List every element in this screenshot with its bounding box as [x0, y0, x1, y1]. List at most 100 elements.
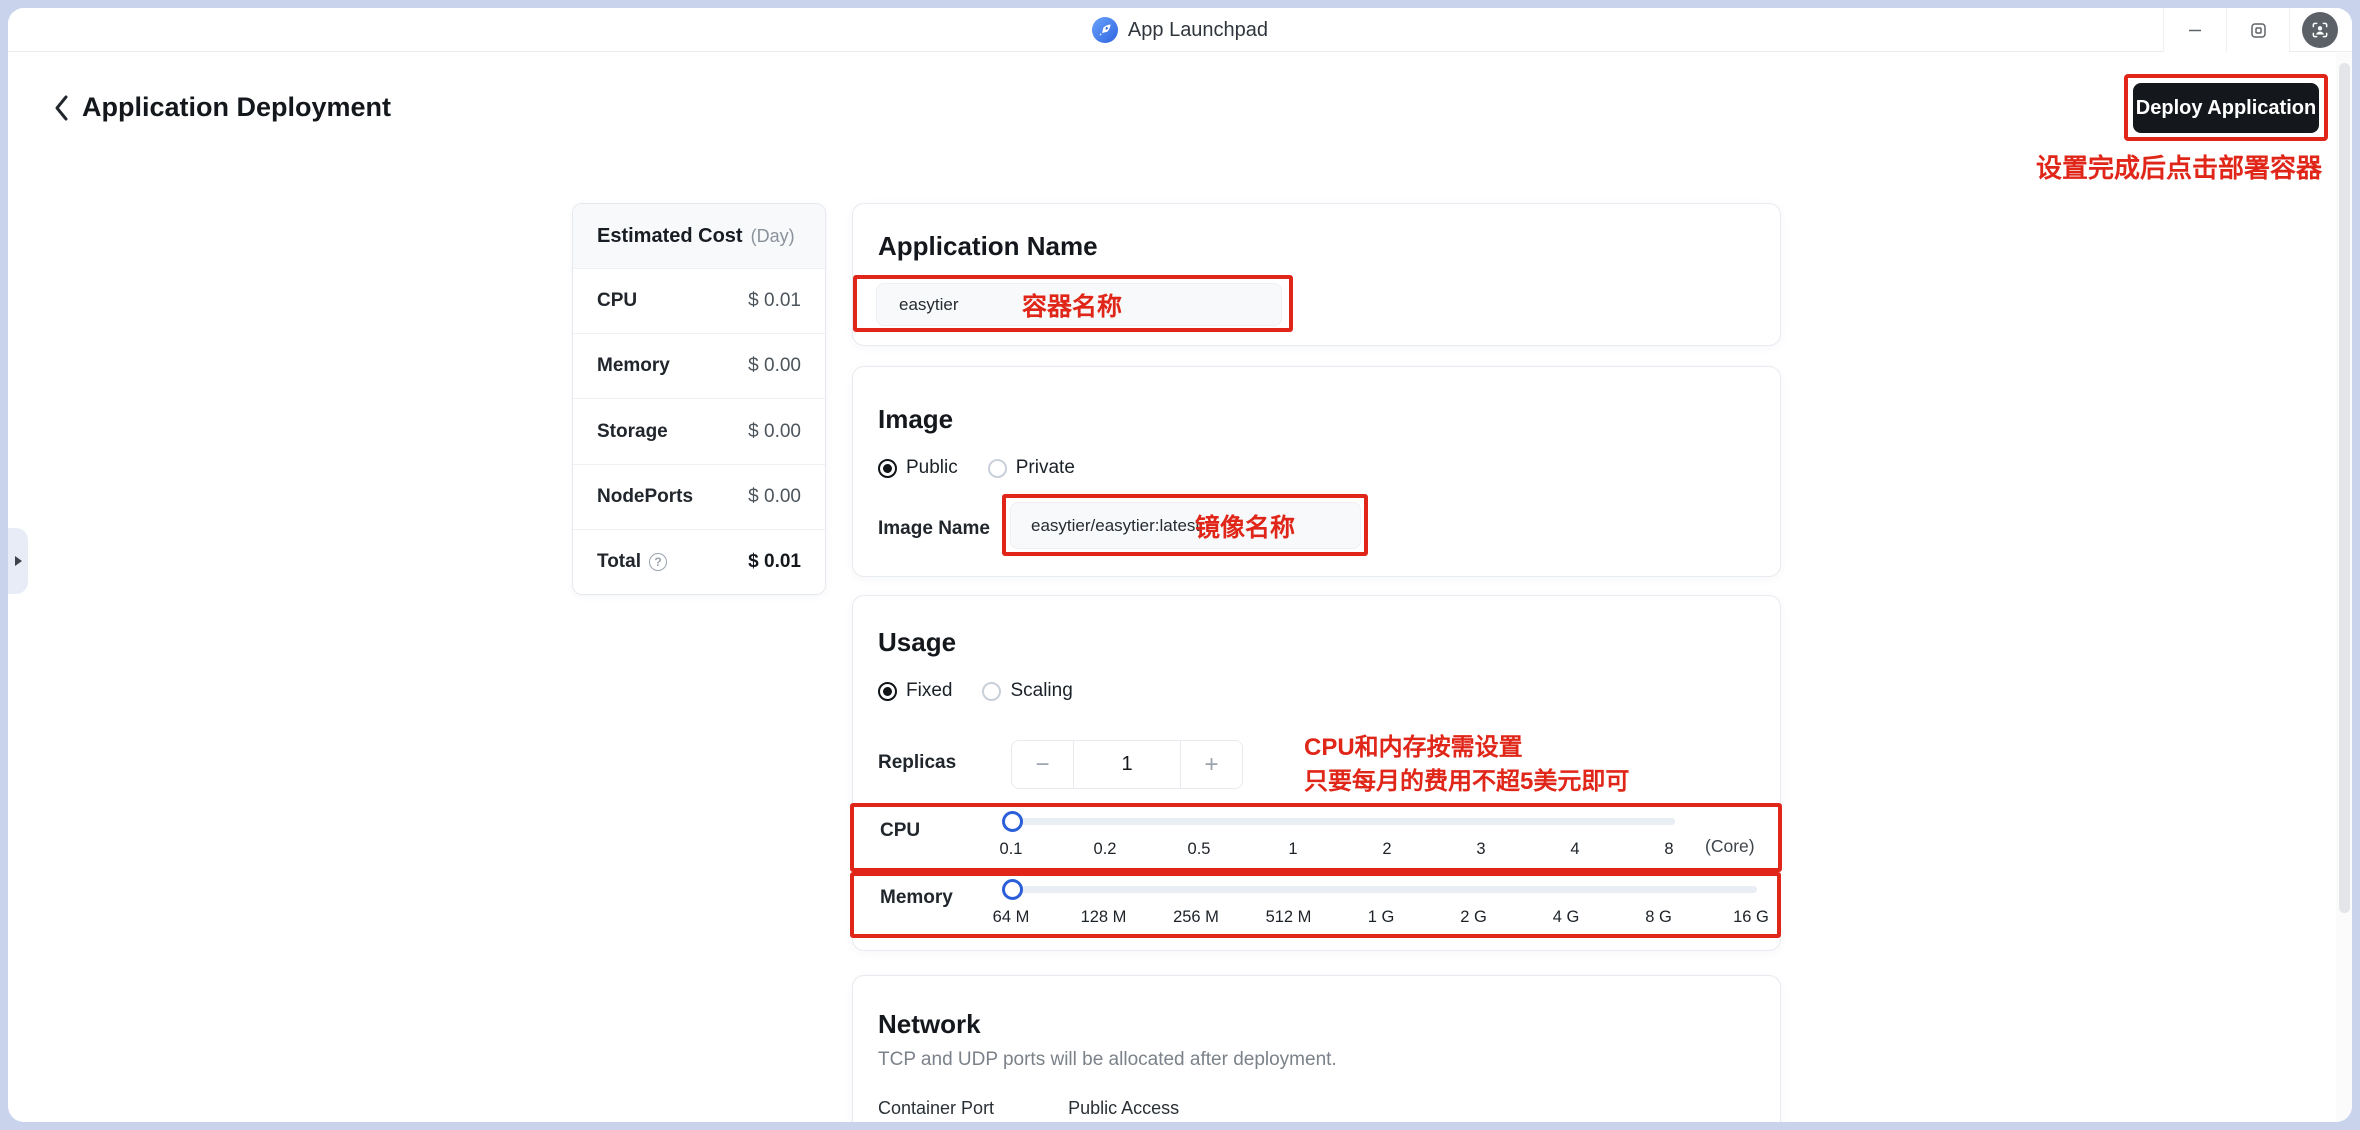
network-heading: Network: [878, 1009, 981, 1040]
cost-row: CPU$ 0.01: [573, 269, 825, 334]
cost-row-value: $ 0.01: [748, 290, 801, 312]
cpu-slider-thumb[interactable]: [1002, 811, 1023, 832]
radio-selected-icon: [878, 459, 897, 478]
cost-row-label: Storage: [597, 421, 668, 443]
restore-icon: [2250, 22, 2267, 39]
public-access-column-label: Public Access: [1068, 1098, 1179, 1119]
image-name-input[interactable]: easytier/easytier:latest 镜像名称: [1010, 502, 1361, 549]
page-title: Application Deployment: [82, 92, 391, 123]
memory-slider-ticks: 64 M128 M256 M512 M1 G2 G4 G8 G16 G: [1011, 908, 1751, 928]
estimated-cost-unit: (Day): [751, 226, 795, 247]
memory-label: Memory: [880, 887, 953, 909]
cpu-label: CPU: [880, 820, 920, 842]
cost-row-value: $ 0.00: [748, 486, 801, 508]
image-visibility-radios: Public Private: [878, 457, 1075, 479]
estimated-cost-header: Estimated Cost (Day): [573, 204, 825, 269]
image-name-label: Image Name: [878, 518, 990, 540]
help-icon[interactable]: ?: [649, 553, 667, 571]
radio-public[interactable]: Public: [878, 457, 958, 479]
deploy-application-button[interactable]: Deploy Application: [2133, 83, 2319, 133]
chevron-left-icon: [53, 93, 71, 123]
slider-tick-label: 128 M: [1081, 908, 1127, 927]
titlebar: App Launchpad: [8, 8, 2352, 52]
vertical-scrollbar-thumb[interactable]: [2339, 63, 2350, 913]
radio-scaling-label: Scaling: [1010, 680, 1072, 702]
usage-card: Usage Fixed Scaling Replicas − 1 + CPU和内…: [852, 595, 1781, 951]
replicas-stepper: − 1 +: [1011, 740, 1243, 789]
memory-slider: 64 M128 M256 M512 M1 G2 G4 G8 G16 G: [1005, 876, 1757, 932]
cpu-slider-track[interactable]: [1005, 818, 1675, 825]
replicas-label: Replicas: [878, 752, 956, 774]
slider-tick-label: 3: [1476, 840, 1485, 859]
cost-row-value: $ 0.00: [748, 355, 801, 377]
app-name-annotation-text: 容器名称: [1022, 284, 1122, 325]
radio-unselected-icon: [988, 459, 1007, 478]
memory-slider-thumb[interactable]: [1002, 879, 1023, 900]
cost-row: Storage$ 0.00: [573, 399, 825, 464]
slider-tick-label: 8 G: [1645, 908, 1672, 927]
cpu-slider: 0.10.20.512348: [1005, 808, 1675, 864]
replicas-decrement-button[interactable]: −: [1012, 741, 1073, 788]
app-launchpad-icon: [1092, 17, 1118, 43]
minimize-icon: [2187, 22, 2203, 38]
vertical-scrollbar-track[interactable]: [2336, 53, 2352, 1122]
radio-scaling[interactable]: Scaling: [982, 680, 1072, 702]
back-button[interactable]: [48, 94, 76, 122]
slider-tick-label: 8: [1664, 840, 1673, 859]
total-value: $ 0.01: [748, 551, 801, 573]
slider-tick-label: 64 M: [993, 908, 1030, 927]
radio-private-label: Private: [1016, 457, 1075, 479]
slider-tick-label: 2: [1382, 840, 1391, 859]
replicas-value[interactable]: 1: [1073, 741, 1181, 788]
slider-tick-label: 512 M: [1266, 908, 1312, 927]
usage-heading: Usage: [878, 627, 956, 658]
image-name-annotation-text: 镜像名称: [1195, 503, 1295, 548]
cost-row: Memory$ 0.00: [573, 334, 825, 399]
cost-row: NodePorts $ 0.00: [573, 465, 825, 530]
usage-annotation-line2: 只要每月的费用不超5美元即可: [1304, 761, 1629, 796]
slider-tick-label: 0.5: [1188, 840, 1211, 859]
radio-selected-icon: [878, 682, 897, 701]
network-description: TCP and UDP ports will be allocated afte…: [878, 1049, 1337, 1071]
radio-unselected-icon: [982, 682, 1001, 701]
restore-window-button[interactable]: [2227, 8, 2289, 52]
image-name-value: easytier/easytier:latest: [1031, 516, 1200, 536]
radio-private[interactable]: Private: [988, 457, 1075, 479]
slider-tick-label: 1: [1288, 840, 1297, 859]
application-name-heading: Application Name: [878, 231, 1098, 262]
radio-fixed[interactable]: Fixed: [878, 680, 952, 702]
estimated-cost-card: Estimated Cost (Day) CPU$ 0.01Memory$ 0.…: [572, 203, 826, 595]
sidebar-expand-toggle[interactable]: [8, 528, 28, 594]
app-title: App Launchpad: [1128, 19, 1268, 42]
slider-tick-label: 0.2: [1094, 840, 1117, 859]
image-heading: Image: [878, 404, 953, 435]
image-card: Image Public Private Image Name easytier…: [852, 366, 1781, 577]
slider-tick-label: 2 G: [1460, 908, 1487, 927]
avatar-scan-icon: [2310, 20, 2330, 40]
cpu-slider-ticks: 0.10.20.512348: [1011, 840, 1669, 860]
minimize-button[interactable]: [2164, 8, 2226, 52]
window-controls: [2163, 8, 2352, 52]
replicas-increment-button[interactable]: +: [1181, 741, 1242, 788]
deploy-annotation-text: 设置完成后点击部署容器: [2036, 148, 2322, 185]
estimated-cost-title: Estimated Cost: [597, 225, 743, 248]
slider-tick-label: 4: [1570, 840, 1579, 859]
chevron-right-icon: [15, 556, 22, 566]
slider-tick-label: 16 G: [1733, 908, 1769, 927]
usage-annotation-line1: CPU和内存按需设置: [1304, 727, 1523, 762]
user-avatar-button[interactable]: [2302, 12, 2338, 48]
network-columns: Container Port Public Access: [878, 1098, 1179, 1119]
radio-fixed-label: Fixed: [906, 680, 952, 702]
memory-slider-track[interactable]: [1005, 886, 1757, 893]
usage-mode-radios: Fixed Scaling: [878, 680, 1073, 702]
container-port-column-label: Container Port: [878, 1098, 994, 1119]
slider-tick-label: 1 G: [1368, 908, 1395, 927]
desktop: { "titlebar": { "app_title": "App Launch…: [0, 0, 2360, 1130]
cpu-unit-label: (Core): [1705, 836, 1755, 857]
radio-public-label: Public: [906, 457, 958, 479]
app-window: App Launchpad: [8, 8, 2352, 1122]
cost-row-label: NodePorts: [597, 486, 693, 508]
application-name-value: easytier: [899, 295, 959, 315]
application-name-input[interactable]: easytier 容器名称: [876, 283, 1282, 326]
cost-row-total: Total ? $ 0.01: [573, 530, 825, 594]
